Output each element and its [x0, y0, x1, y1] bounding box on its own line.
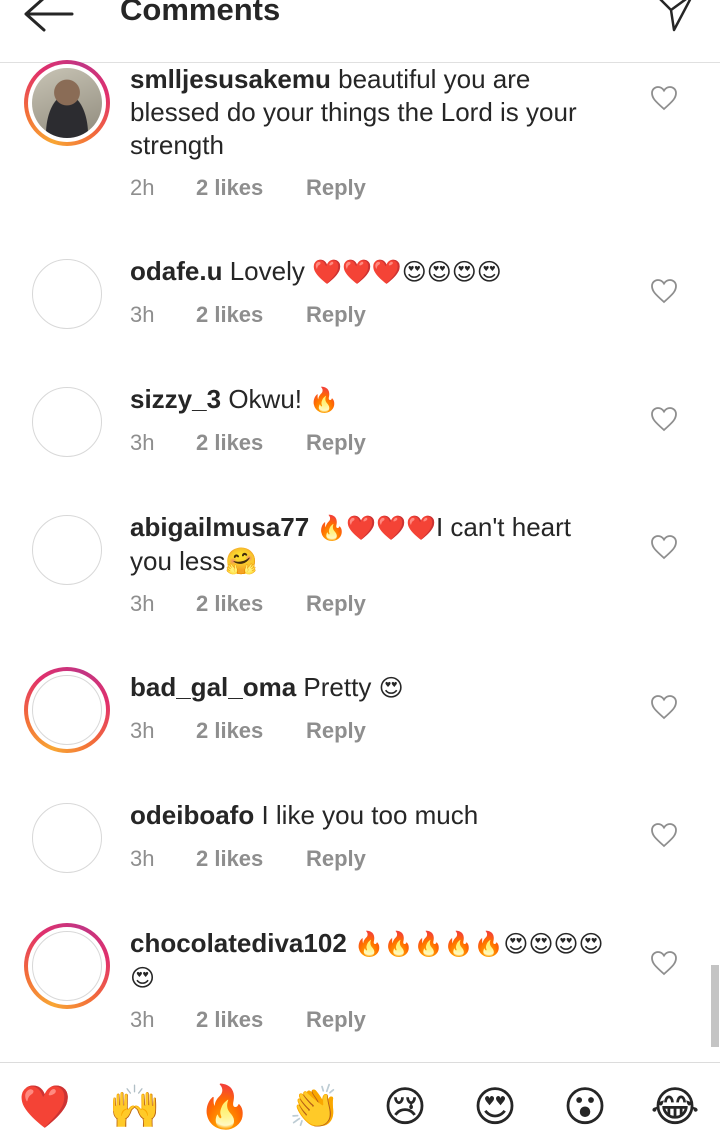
avatar[interactable]: [32, 259, 102, 329]
comment-text: odafe.u Lovely ❤️❤️❤️😍😍😍😍: [130, 255, 620, 289]
reaction-fire-icon[interactable]: 🔥: [192, 1077, 258, 1137]
comment-text: odeiboafo I like you too much: [130, 799, 620, 832]
reaction-laughing-icon[interactable]: 😂: [642, 1077, 708, 1137]
like-heart-icon[interactable]: [650, 85, 678, 111]
comment-text: chocolatediva102 🔥🔥🔥🔥🔥😍😍😍😍😍: [130, 927, 620, 995]
comment-username[interactable]: chocolatediva102: [130, 928, 347, 958]
reply-button[interactable]: Reply: [306, 430, 366, 456]
comment-username[interactable]: bad_gal_oma: [130, 672, 296, 702]
comment-text: sizzy_3 Okwu! 🔥: [130, 383, 620, 417]
reply-button[interactable]: Reply: [306, 846, 366, 872]
comment-username[interactable]: smlljesusakemu: [130, 64, 331, 94]
comment-emoji: 😍: [378, 674, 404, 702]
like-heart-icon[interactable]: [650, 278, 678, 304]
comment-likes[interactable]: 2 likes: [196, 1007, 263, 1033]
like-heart-icon[interactable]: [650, 534, 678, 560]
comment-time: 3h: [130, 302, 155, 327]
reply-button[interactable]: Reply: [306, 302, 366, 328]
reply-button[interactable]: Reply: [306, 591, 366, 617]
comment-time: 3h: [130, 718, 155, 743]
avatar[interactable]: [32, 387, 102, 457]
comment-time: 3h: [130, 430, 155, 455]
reply-button[interactable]: Reply: [306, 1007, 366, 1033]
comment-time: 3h: [130, 1007, 155, 1032]
comment-body: I like you too much: [261, 800, 479, 830]
reaction-raised-hands-icon[interactable]: 🙌: [102, 1077, 168, 1137]
comment-time: 2h: [130, 175, 155, 200]
comment-likes[interactable]: 2 likes: [196, 591, 263, 617]
comment-username[interactable]: sizzy_3: [130, 384, 221, 414]
avatar[interactable]: [24, 60, 110, 146]
comment-emoji: 🔥: [309, 386, 340, 414]
avatar[interactable]: [32, 803, 102, 873]
reaction-heart-icon[interactable]: ❤️: [12, 1077, 78, 1137]
comment-username[interactable]: abigailmusa77: [130, 512, 309, 542]
like-heart-icon[interactable]: [650, 950, 678, 976]
avatar[interactable]: [32, 515, 102, 585]
reply-button[interactable]: Reply: [306, 718, 366, 744]
comment-body: Pretty: [303, 672, 372, 702]
comment-text: smlljesusakemu beautiful you are blessed…: [130, 63, 620, 162]
avatar[interactable]: [24, 923, 110, 1009]
page-title: Comments: [120, 0, 281, 27]
top-bar: Comments: [0, 0, 720, 63]
like-heart-icon[interactable]: [650, 406, 678, 432]
reaction-heart-eyes-icon[interactable]: 😍: [462, 1077, 528, 1137]
reaction-surprised-icon[interactable]: 😮: [552, 1077, 618, 1137]
like-heart-icon[interactable]: [650, 694, 678, 720]
reaction-crying-icon[interactable]: 😢: [372, 1077, 438, 1137]
avatar[interactable]: [24, 667, 110, 753]
comment-time: 3h: [130, 591, 155, 616]
send-icon[interactable]: [652, 0, 696, 34]
reply-button[interactable]: Reply: [306, 175, 366, 201]
comment-body: Lovely: [229, 256, 305, 286]
comment-time: 3h: [130, 846, 155, 871]
quick-reactions-bar: ❤️ 🙌 🔥 👏 😢 😍 😮 😂: [0, 1062, 720, 1136]
comment-emoji: ❤️❤️❤️😍😍😍😍: [312, 258, 502, 286]
comment-likes[interactable]: 2 likes: [196, 430, 263, 456]
like-heart-icon[interactable]: [650, 822, 678, 848]
comment-username[interactable]: odeiboafo: [130, 800, 254, 830]
comment-likes[interactable]: 2 likes: [196, 175, 263, 201]
comment-text: abigailmusa77 🔥❤️❤️❤️I can't heart you l…: [130, 511, 620, 578]
scrollbar[interactable]: [711, 965, 719, 1047]
comment-likes[interactable]: 2 likes: [196, 302, 263, 328]
back-arrow-icon[interactable]: [22, 0, 74, 34]
reaction-clap-icon[interactable]: 👏: [282, 1077, 348, 1137]
comment-username[interactable]: odafe.u: [130, 256, 222, 286]
comment-likes[interactable]: 2 likes: [196, 846, 263, 872]
comment-body: Okwu!: [228, 384, 302, 414]
comment-likes[interactable]: 2 likes: [196, 718, 263, 744]
comment-emoji: 🔥❤️❤️❤️: [316, 514, 436, 542]
comment-text: bad_gal_oma Pretty 😍: [130, 671, 620, 705]
profile-photo: [32, 68, 102, 138]
